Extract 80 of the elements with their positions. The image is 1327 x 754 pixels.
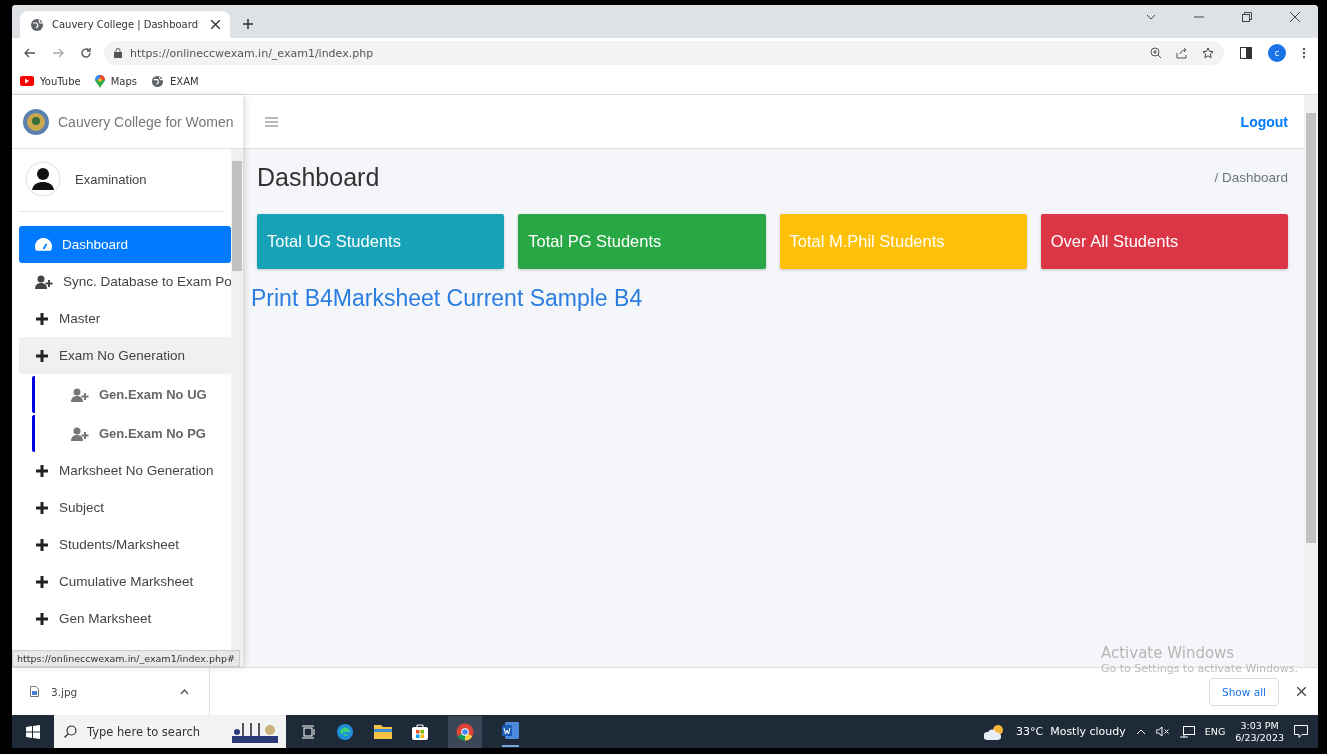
caret-up-icon[interactable] bbox=[180, 688, 189, 695]
windows-logo-icon[interactable] bbox=[26, 724, 40, 739]
nav-item[interactable]: Exam No Generation bbox=[19, 337, 231, 374]
lock-icon bbox=[114, 48, 122, 58]
plus-icon bbox=[35, 574, 49, 589]
nav-item[interactable]: Dashboard bbox=[19, 226, 231, 263]
language-indicator[interactable]: ENG bbox=[1204, 726, 1226, 737]
browser-icon[interactable] bbox=[336, 722, 354, 741]
clock-time[interactable]: 3:03 PM bbox=[1240, 720, 1279, 732]
task-view-icon[interactable] bbox=[302, 724, 316, 739]
chevron-up-icon[interactable] bbox=[1135, 728, 1146, 735]
plus-icon bbox=[35, 311, 49, 326]
reload-icon[interactable] bbox=[80, 47, 92, 59]
new-tab-icon[interactable] bbox=[242, 18, 254, 30]
chrome-icon[interactable] bbox=[456, 722, 474, 741]
weather-text[interactable]: 33°C Mostly cloudy bbox=[1016, 725, 1126, 738]
plus-icon bbox=[35, 463, 49, 478]
plus-icon bbox=[35, 611, 49, 626]
user-name[interactable]: Examination bbox=[75, 171, 147, 187]
side-panel-icon[interactable] bbox=[1240, 47, 1252, 59]
user-plus-icon bbox=[71, 387, 89, 402]
user-avatar-icon bbox=[25, 161, 61, 197]
bookmark-link[interactable]: YouTube bbox=[40, 75, 81, 87]
status-url: https://onlineccwexam.in/_exam1/index.php# bbox=[12, 650, 240, 667]
college-emblem-icon bbox=[22, 107, 50, 136]
bookmark-link[interactable]: EXAM bbox=[170, 75, 199, 87]
nav-item[interactable]: Master bbox=[19, 300, 231, 337]
plus-icon bbox=[35, 348, 49, 363]
gauge-icon bbox=[35, 237, 52, 252]
user-plus-icon bbox=[71, 426, 89, 441]
clock-date[interactable]: 6/23/2023 bbox=[1235, 731, 1284, 743]
nav-item[interactable]: Students/Marksheet bbox=[19, 526, 231, 563]
network-icon[interactable] bbox=[1179, 725, 1195, 738]
document-app-icon[interactable] bbox=[502, 722, 519, 739]
logout-link[interactable]: Logout bbox=[1240, 113, 1288, 130]
show-all-button[interactable]: Show all bbox=[1209, 677, 1279, 706]
nav-item[interactable]: Gen Marksheet bbox=[19, 600, 231, 637]
nav-item[interactable]: Marksheet No Generation bbox=[19, 452, 231, 489]
profile-avatar[interactable]: c bbox=[1268, 44, 1286, 62]
plus-icon bbox=[35, 500, 49, 515]
close-icon[interactable] bbox=[1297, 687, 1306, 696]
taskbar-search-field[interactable]: Type here to search bbox=[54, 715, 286, 748]
nav-item[interactable]: Cumulative Marksheet bbox=[19, 563, 231, 600]
print-link[interactable]: Print B4Marksheet Current Sample B4 bbox=[251, 285, 643, 312]
muted-speaker-icon[interactable] bbox=[1155, 726, 1170, 737]
close-icon[interactable] bbox=[211, 20, 220, 29]
close-icon[interactable] bbox=[1290, 11, 1300, 22]
nav-item[interactable]: Sync. Database to Exam Po bbox=[19, 263, 231, 300]
address-field[interactable]: https://onlineccwexam.in/_exam1/index.php bbox=[104, 41, 1224, 65]
plus-icon bbox=[35, 537, 49, 552]
search-icon bbox=[64, 725, 77, 738]
download-file-name[interactable]: 3.jpg bbox=[51, 685, 168, 698]
globe-icon bbox=[30, 17, 44, 32]
image-file-icon bbox=[30, 686, 39, 697]
bookmark-link[interactable]: Maps bbox=[110, 75, 137, 87]
globe-icon bbox=[151, 74, 164, 88]
college-name[interactable]: Cauvery College for Women bbox=[58, 113, 234, 130]
breadcrumb[interactable]: / Dashboard bbox=[1214, 170, 1288, 185]
star-icon[interactable] bbox=[1202, 47, 1214, 59]
stat-card[interactable]: Over All Students bbox=[1040, 214, 1288, 269]
nav-item[interactable]: Subject bbox=[19, 489, 231, 526]
activation-notice: Go to Settings to activate Windows. bbox=[1100, 662, 1298, 675]
notification-icon[interactable] bbox=[1294, 725, 1308, 738]
store-bag-icon[interactable] bbox=[412, 723, 428, 740]
share-icon[interactable] bbox=[1176, 47, 1188, 59]
landscape-drawing bbox=[232, 720, 278, 743]
more-icon[interactable] bbox=[1302, 47, 1306, 59]
activation-title: Activate Windows bbox=[1100, 644, 1236, 662]
user-plus-icon bbox=[35, 274, 53, 289]
zoom-icon[interactable] bbox=[1150, 47, 1162, 59]
folder-icon[interactable] bbox=[374, 724, 392, 739]
page-title: Dashboard bbox=[257, 163, 380, 192]
browser-tab[interactable]: Cauvery College | Dashboard bbox=[20, 11, 230, 38]
restore-icon[interactable] bbox=[1242, 11, 1252, 22]
map-pin-icon bbox=[94, 74, 105, 88]
scrollbar[interactable] bbox=[1304, 95, 1318, 667]
cloud-sun-icon[interactable] bbox=[984, 723, 1006, 740]
chevron-down-icon[interactable] bbox=[1146, 13, 1156, 20]
back-icon[interactable] bbox=[24, 48, 36, 58]
play-logo-icon bbox=[20, 76, 34, 86]
